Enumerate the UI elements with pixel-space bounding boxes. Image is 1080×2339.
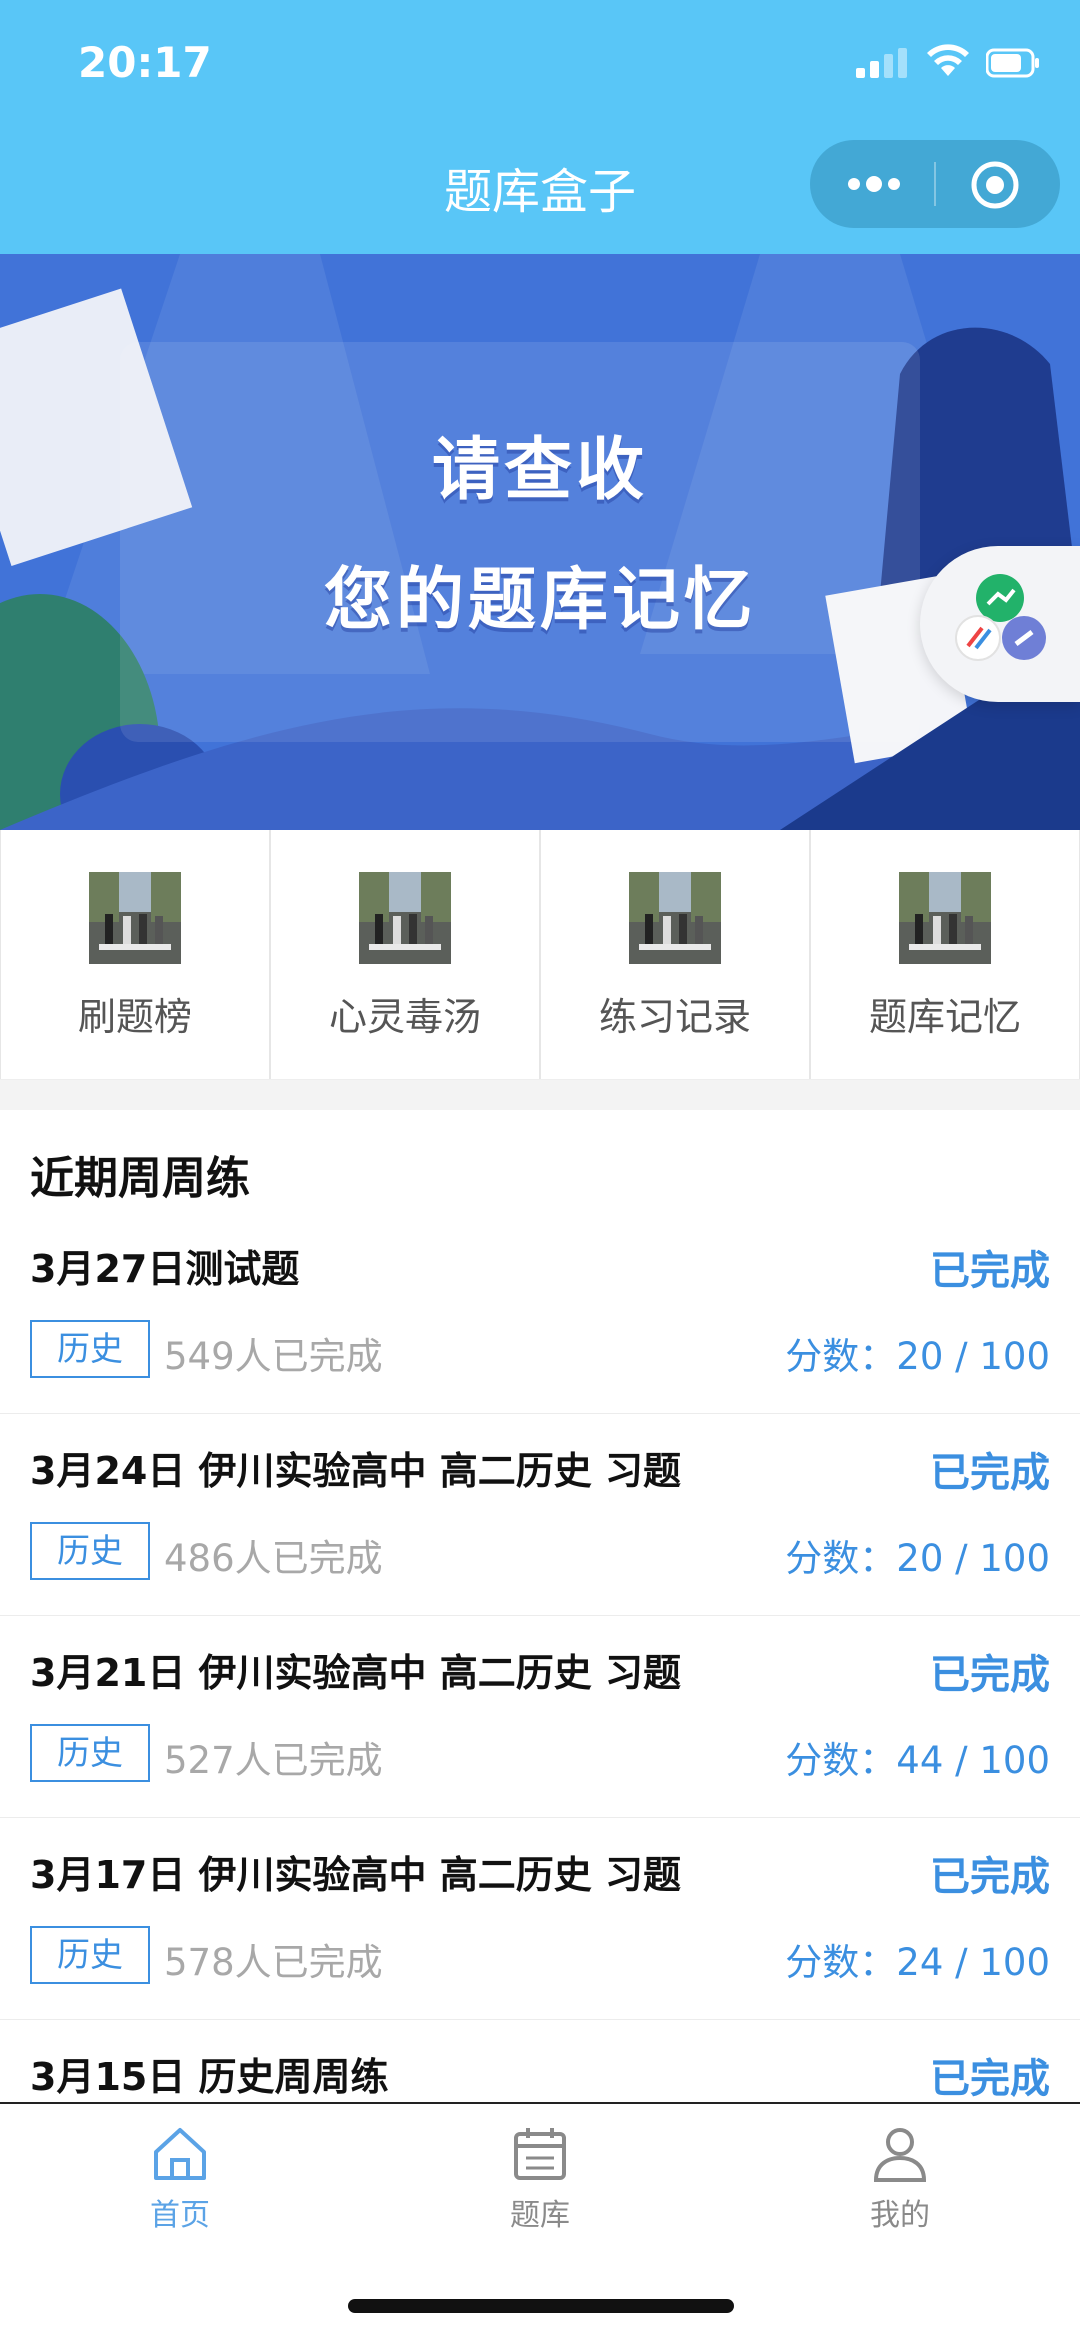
banner-board bbox=[120, 342, 920, 742]
grid-thumbnail bbox=[629, 872, 721, 964]
practice-list: 3月27日测试题 已完成 历史 549人已完成 分数：20 / 100 3月24… bbox=[0, 1212, 1080, 2222]
tab-mine-label: 我的 bbox=[870, 2198, 930, 2233]
completion-count: 578人已完成 bbox=[164, 1941, 383, 1984]
grid-thumbnail bbox=[89, 872, 181, 964]
score: 分数：20 / 100 bbox=[785, 1335, 1050, 1378]
wifi-icon bbox=[927, 44, 969, 76]
item-title: 3月15日 历史周周练 bbox=[30, 2055, 389, 2099]
status-time: 20:17 bbox=[78, 38, 212, 87]
tab-bank-label: 题库 bbox=[510, 2198, 570, 2233]
banner-line-2: 您的题库记忆 bbox=[323, 561, 756, 640]
item-status: 已完成 bbox=[930, 1450, 1050, 1496]
mini-program-capsule[interactable] bbox=[810, 140, 1060, 228]
signal-icon bbox=[856, 48, 907, 78]
floating-widget[interactable] bbox=[920, 546, 1080, 702]
subject-tag: 历史 bbox=[30, 1320, 150, 1378]
subject-tag: 历史 bbox=[30, 1522, 150, 1580]
calendar-icon bbox=[514, 2128, 566, 2180]
grid-label: 刷题榜 bbox=[77, 995, 192, 1039]
capsule-divider bbox=[934, 162, 936, 206]
home-icon bbox=[154, 2128, 206, 2180]
section-title: 近期周周练 bbox=[30, 1153, 250, 1204]
score: 分数：44 / 100 bbox=[785, 1739, 1050, 1782]
close-target-icon[interactable] bbox=[970, 160, 1020, 210]
more-icon[interactable] bbox=[844, 170, 904, 198]
subject-tag: 历史 bbox=[30, 1926, 150, 1984]
grid-item-ranking[interactable]: 刷题榜 bbox=[0, 830, 270, 1079]
item-status: 已完成 bbox=[930, 1854, 1050, 1900]
feature-grid: 刷题榜 心灵毒汤 练习记录 题库记忆 bbox=[0, 830, 1080, 1080]
grid-label: 题库记忆 bbox=[868, 995, 1021, 1039]
list-item[interactable]: 3月21日 伊川实验高中 高二历史 习题 已完成 历史 527人已完成 分数：4… bbox=[0, 1616, 1080, 1818]
battery-icon bbox=[986, 48, 1039, 78]
user-icon bbox=[873, 2128, 927, 2182]
item-status: 已完成 bbox=[930, 1652, 1050, 1698]
item-status: 已完成 bbox=[930, 1248, 1050, 1294]
tab-question-bank[interactable]: 题库 bbox=[440, 2124, 640, 2234]
grid-thumbnail bbox=[899, 872, 991, 964]
tab-home-label: 首页 bbox=[150, 2198, 210, 2233]
floating-widget-icon bbox=[955, 574, 1046, 661]
score: 分数：24 / 100 bbox=[785, 1941, 1050, 1984]
list-item[interactable]: 3月27日测试题 已完成 历史 549人已完成 分数：20 / 100 bbox=[0, 1212, 1080, 1414]
item-title: 3月24日 伊川实验高中 高二历史 习题 bbox=[30, 1449, 682, 1493]
tab-mine[interactable]: 我的 bbox=[800, 2124, 1000, 2234]
item-title: 3月17日 伊川实验高中 高二历史 习题 bbox=[30, 1853, 682, 1897]
grid-item-soul-soup[interactable]: 心灵毒汤 bbox=[270, 830, 540, 1079]
item-status: 已完成 bbox=[930, 2056, 1050, 2102]
list-item[interactable]: 3月24日 伊川实验高中 高二历史 习题 已完成 历史 486人已完成 分数：2… bbox=[0, 1414, 1080, 1616]
grid-thumbnail bbox=[359, 872, 451, 964]
subject-tag: 历史 bbox=[30, 1724, 150, 1782]
header: 20:17 题库盒子 bbox=[0, 0, 1080, 254]
item-title: 3月21日 伊川实验高中 高二历史 习题 bbox=[30, 1651, 682, 1695]
banner[interactable]: 请查收 您的题库记忆 bbox=[0, 254, 1080, 830]
section-gap bbox=[0, 1080, 1080, 1110]
completion-count: 549人已完成 bbox=[164, 1335, 383, 1378]
grid-label: 心灵毒汤 bbox=[328, 995, 481, 1039]
banner-line-1: 请查收 bbox=[431, 431, 648, 510]
grid-item-bank-memory[interactable]: 题库记忆 bbox=[810, 830, 1080, 1079]
home-indicator[interactable] bbox=[348, 2299, 734, 2313]
grid-item-practice-record[interactable]: 练习记录 bbox=[540, 830, 810, 1079]
grid-label: 练习记录 bbox=[598, 995, 751, 1039]
completion-count: 527人已完成 bbox=[164, 1739, 383, 1782]
list-item[interactable]: 3月17日 伊川实验高中 高二历史 习题 已完成 历史 578人已完成 分数：2… bbox=[0, 1818, 1080, 2020]
score: 分数：20 / 100 bbox=[785, 1537, 1050, 1580]
tab-home[interactable]: 首页 bbox=[80, 2124, 280, 2234]
completion-count: 486人已完成 bbox=[164, 1537, 383, 1580]
item-title: 3月27日测试题 bbox=[30, 1247, 300, 1291]
